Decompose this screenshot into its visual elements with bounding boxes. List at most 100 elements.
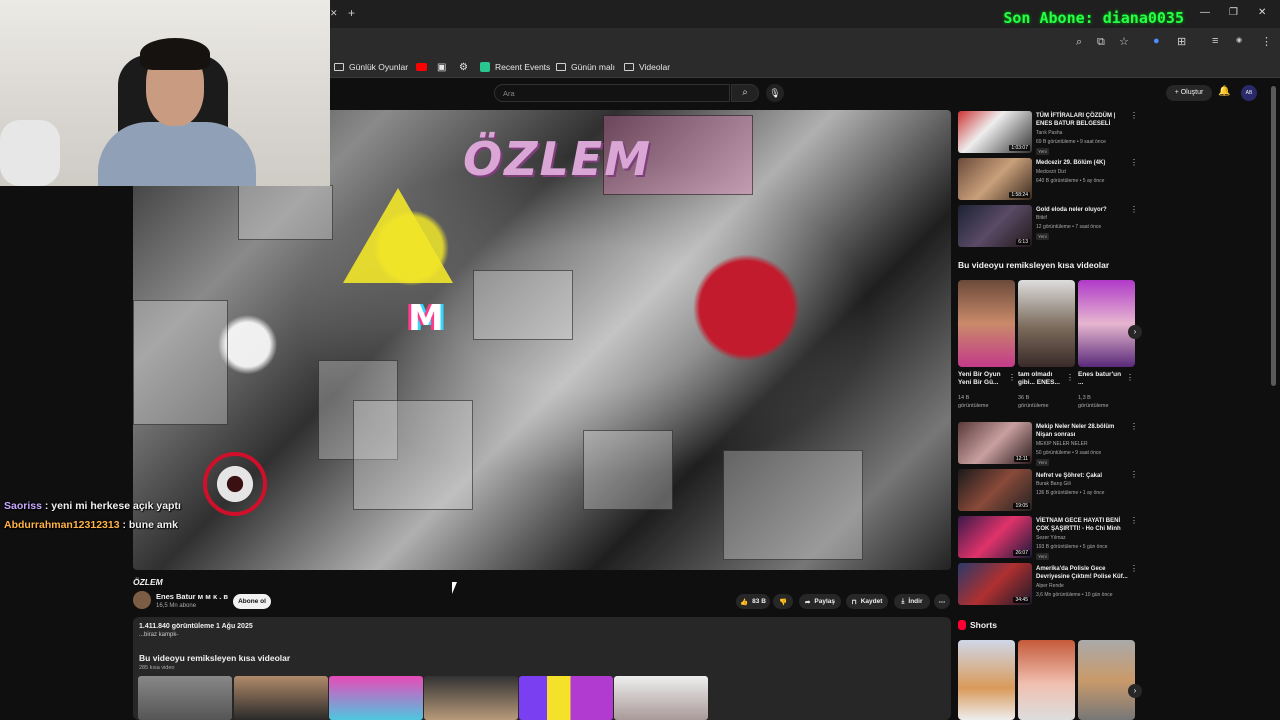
shorts-thumbnail[interactable] [1018, 640, 1075, 720]
short-thumbnail[interactable] [958, 280, 1015, 367]
install-icon[interactable]: ⧉ [1097, 36, 1105, 49]
more-options-icon[interactable]: ⋮ [1066, 373, 1074, 382]
sidebar-video-title[interactable]: Medcezir 29. Bölüm (4K) [1036, 159, 1130, 167]
sidebar-video-title[interactable]: VİETNAM GECE HAYATI BENİ ÇOK ŞAŞIRTTI! -… [1036, 517, 1130, 533]
remix-thumbnail[interactable] [234, 676, 328, 720]
bookmark-gunluk-oyunlar[interactable]: Günlük Oyunlar [334, 59, 408, 75]
streamer-hair [140, 38, 210, 70]
new-tab-button[interactable]: + [348, 6, 355, 20]
search-input[interactable]: Ara [494, 84, 730, 102]
more-options-icon[interactable]: ⋮ [1130, 158, 1138, 167]
like-button[interactable]: 👍 83 B [736, 594, 770, 609]
create-button[interactable]: + Oluştur [1166, 85, 1212, 101]
shorts-section-header: Shorts [958, 620, 997, 630]
short-title[interactable]: Enes batur'un ... [1078, 371, 1124, 387]
more-options-icon[interactable]: ⋮ [1126, 373, 1134, 382]
image-icon: ▣ [437, 61, 447, 73]
sidebar-video-channel[interactable]: Medcezir Dizi [1036, 169, 1066, 175]
short-views: 36 B görüntüleme [1018, 395, 1049, 409]
folder-icon [334, 63, 344, 71]
sidebar-video-title[interactable]: Nefret ve Şöhret: Çakal [1036, 472, 1130, 480]
sidebar-video-stats: 640 B görüntüleme • 5 ay önce [1036, 178, 1105, 184]
account-avatar[interactable]: AB [1241, 85, 1257, 101]
short-title[interactable]: Yeni Bir Oyun Yeni Bir Gü... [958, 371, 1008, 387]
bookmark-gunun-mali[interactable]: Günün malı [556, 59, 615, 75]
more-options-icon[interactable]: ⋮ [1130, 516, 1138, 525]
more-actions-button[interactable]: ⋯ [934, 594, 950, 609]
bookmark-image[interactable]: ▣ [437, 59, 446, 75]
sidebar-video-thumbnail[interactable]: 1:58:24 [958, 158, 1032, 200]
close-window-icon[interactable]: ✕ [1258, 7, 1266, 18]
bookmark-videolar[interactable]: Videolar [624, 59, 670, 75]
sidebar-video-thumbnail[interactable]: 26:07 [958, 516, 1032, 558]
sidebar-video-title[interactable]: Amerika'da Polisle Gece Devriyesine Çıkt… [1036, 565, 1130, 581]
dislike-button[interactable]: 👎 [773, 594, 793, 609]
more-options-icon[interactable]: ⋮ [1130, 470, 1138, 479]
share-button[interactable]: ➦ Paylaş [799, 594, 841, 609]
channel-avatar[interactable] [133, 591, 151, 609]
voice-search-button[interactable]: 🎙 [766, 84, 784, 102]
sidebar-video-channel[interactable]: Alper Rende [1036, 583, 1064, 589]
more-options-icon[interactable]: ⋮ [1008, 373, 1016, 382]
chat-message: Abdurrahman12312313 : bune amk [4, 519, 178, 531]
remix-thumbnail[interactable] [614, 676, 708, 720]
more-options-icon[interactable]: ⋮ [1130, 111, 1138, 120]
thumbs-up-icon: 👍 [740, 598, 749, 606]
sidebar-video-thumbnail[interactable]: 6:13 [958, 205, 1032, 247]
more-options-icon[interactable]: ⋮ [1130, 422, 1138, 431]
page-scrollbar[interactable] [1271, 86, 1276, 386]
sidebar-video-thumbnail[interactable]: 19:05 [958, 469, 1032, 511]
sidebar-video-title[interactable]: TÜM İFTİRALARI ÇÖZDÜM | ENES BATUR BELGE… [1036, 112, 1130, 128]
channel-name[interactable]: Enes Batur ᴍ ᴍ ᴋ . ʙ [156, 592, 228, 601]
new-badge: Yeni [1036, 553, 1049, 560]
save-button[interactable]: ⊓ Kaydet [846, 594, 888, 609]
sidebar-video-thumbnail[interactable]: 34:45 [958, 563, 1032, 605]
video-title: ÖZLEM [133, 577, 163, 587]
close-tab-icon[interactable]: ✕ [330, 8, 338, 19]
more-options-icon[interactable]: ⋮ [1130, 564, 1138, 573]
sidebar-video-channel[interactable]: Sezer Yılmaz [1036, 535, 1066, 541]
star-icon[interactable]: ☆ [1119, 35, 1129, 48]
download-button[interactable]: ⤓ İndir [894, 594, 930, 609]
shorts-thumbnail[interactable] [958, 640, 1015, 720]
puzzle-icon[interactable]: ⊞ [1177, 35, 1186, 48]
short-thumbnail[interactable] [1018, 280, 1075, 367]
short-title[interactable]: tam olmadı gibi... ENES... [1018, 371, 1064, 387]
notifications-icon[interactable]: 🔔 [1218, 86, 1230, 97]
subscribe-button[interactable]: Abone ol [233, 594, 271, 609]
bookmark-recent-events[interactable]: Recent Events [480, 59, 550, 75]
remix-thumbnail[interactable] [519, 676, 613, 720]
short-thumbnail[interactable] [1078, 280, 1135, 367]
search-button[interactable]: ⌕ [731, 84, 759, 102]
playlist-icon[interactable]: ≡ [1212, 35, 1218, 47]
youtube-icon [416, 63, 427, 71]
next-arrow-button[interactable]: › [1128, 684, 1142, 698]
new-badge: Yeni [1036, 233, 1049, 240]
next-arrow-button[interactable]: › [1128, 325, 1142, 339]
sidebar-video-title[interactable]: Mekip Neler Neler 28.bölüm Nişan sonrası [1036, 423, 1130, 439]
zoom-icon[interactable]: ⌕ [1076, 36, 1082, 49]
remix-thumbnail[interactable] [138, 676, 232, 720]
profile-icon[interactable]: ◉ [1236, 36, 1242, 44]
sidebar-video-channel[interactable]: MEKIP NELER NELER [1036, 441, 1088, 447]
app-icon [480, 62, 490, 72]
more-options-icon[interactable]: ⋮ [1130, 205, 1138, 214]
sidebar-video-title[interactable]: Gold eloda neler oluyor? [1036, 206, 1130, 214]
sidebar-video-thumbnail[interactable]: 1:03:07 [958, 111, 1032, 153]
restore-icon[interactable]: ❐ [1229, 7, 1238, 18]
sidebar-video-channel[interactable]: Tarık Pasha [1036, 130, 1062, 136]
sidebar-video-channel[interactable]: Burak Barış Gili [1036, 481, 1071, 487]
views-and-date: 1.411.840 görüntüleme 1 Ağu 2025 [139, 623, 253, 630]
remix-thumbnail[interactable] [424, 676, 518, 720]
yellow-triangle [343, 188, 453, 283]
menu-icon[interactable]: ⋮ [1261, 35, 1272, 48]
eye-illustration [203, 452, 267, 516]
shorts-thumbnail[interactable] [1078, 640, 1135, 720]
extension-icon[interactable]: ● [1153, 35, 1160, 47]
bookmark-youtube[interactable] [416, 59, 427, 75]
sidebar-video-channel[interactable]: Bitkif [1036, 215, 1047, 221]
remix-thumbnail[interactable] [329, 676, 423, 720]
bookmark-openai[interactable]: ⚙ [459, 59, 468, 75]
sidebar-video-thumbnail[interactable]: 12:11 [958, 422, 1032, 464]
minimize-icon[interactable]: — [1200, 7, 1210, 18]
